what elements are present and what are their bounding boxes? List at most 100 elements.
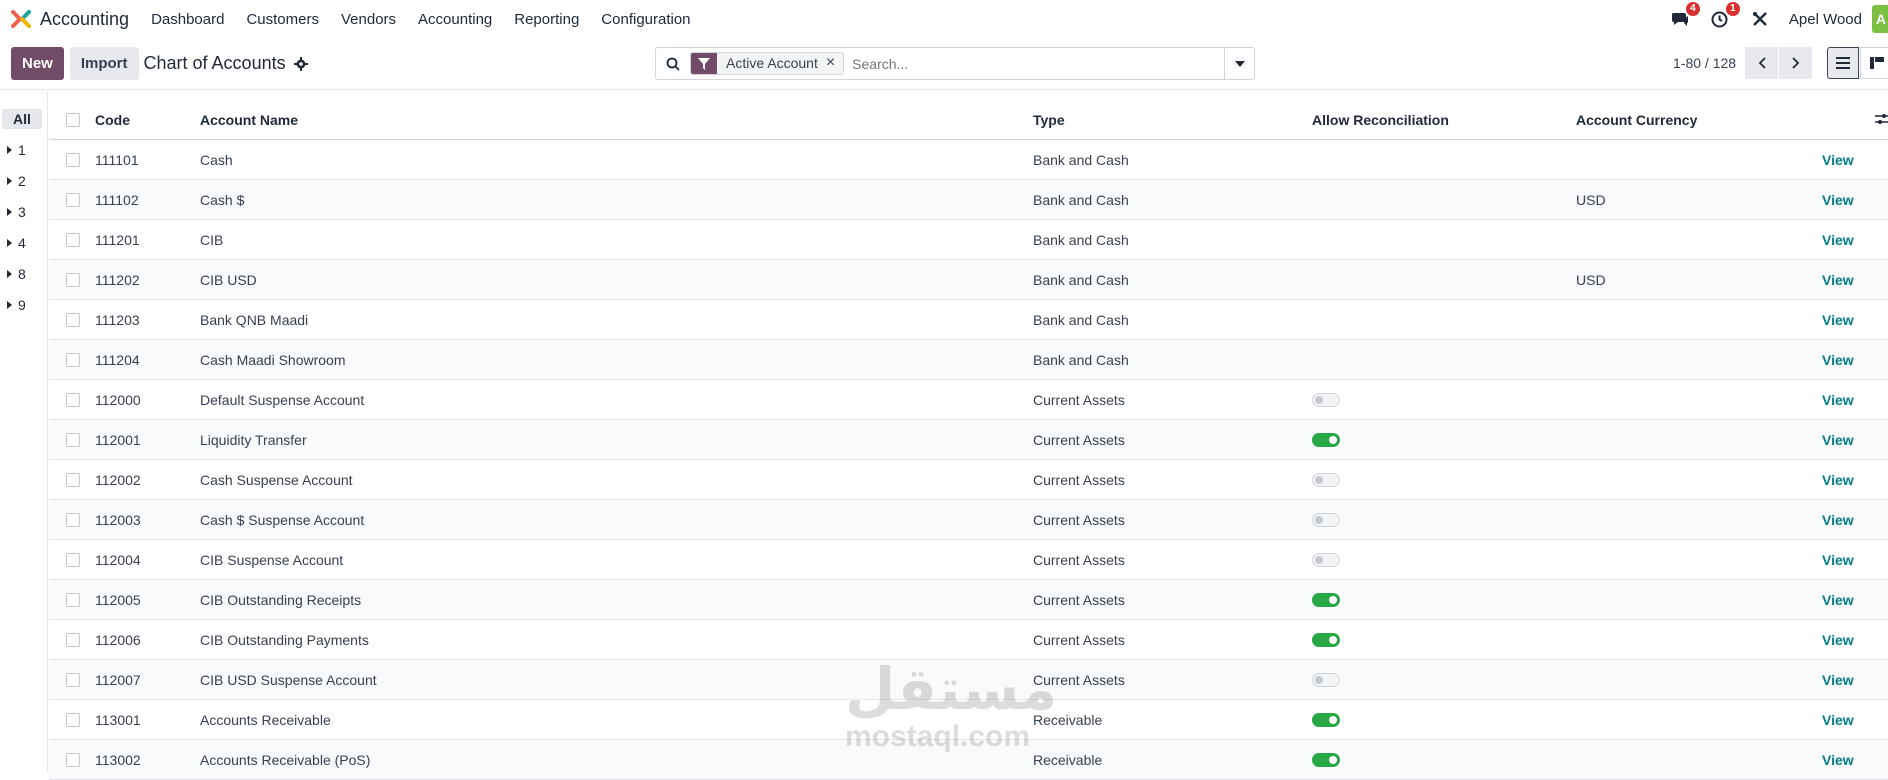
- group-item-3[interactable]: 3: [0, 196, 47, 227]
- view-link[interactable]: View: [1822, 512, 1854, 528]
- cell-account-name[interactable]: CIB Outstanding Receipts: [200, 592, 361, 608]
- cell-account-name[interactable]: Bank QNB Maadi: [200, 312, 308, 328]
- view-link[interactable]: View: [1822, 672, 1854, 688]
- menu-customers[interactable]: Customers: [246, 11, 319, 28]
- cell-account-name[interactable]: Cash Suspense Account: [200, 472, 353, 488]
- cell-type[interactable]: Current Assets: [1033, 472, 1125, 488]
- cell-account-name[interactable]: Cash: [200, 152, 233, 168]
- cell-type[interactable]: Bank and Cash: [1033, 192, 1129, 208]
- row-checkbox[interactable]: [66, 672, 80, 687]
- group-item-4[interactable]: 4: [0, 227, 47, 258]
- debug-tools-icon[interactable]: [1749, 8, 1771, 30]
- table-row[interactable]: 111203 Bank QNB Maadi Bank and Cash View: [49, 300, 1888, 340]
- pager-next-button[interactable]: [1779, 47, 1812, 79]
- chevron-down-icon[interactable]: [1224, 48, 1254, 79]
- accounting-app-icon[interactable]: [10, 8, 32, 30]
- row-checkbox[interactable]: [66, 152, 80, 167]
- reconcile-toggle[interactable]: [1312, 392, 1340, 407]
- activities-clock-icon[interactable]: 1: [1709, 2, 1740, 30]
- table-row[interactable]: 112001 Liquidity Transfer Current Assets Vi…: [49, 420, 1888, 460]
- view-link[interactable]: View: [1822, 632, 1854, 648]
- reconcile-toggle[interactable]: [1312, 512, 1340, 527]
- reconcile-toggle[interactable]: [1312, 552, 1340, 567]
- cell-code[interactable]: 113001: [95, 712, 141, 728]
- view-link[interactable]: View: [1822, 152, 1854, 168]
- table-row[interactable]: 111101 Cash Bank and Cash View: [49, 140, 1888, 180]
- cell-type[interactable]: Current Assets: [1033, 552, 1125, 568]
- view-link[interactable]: View: [1822, 312, 1854, 328]
- row-checkbox[interactable]: [66, 432, 80, 447]
- cell-type[interactable]: Bank and Cash: [1033, 312, 1129, 328]
- cell-code[interactable]: 112005: [95, 592, 141, 608]
- row-checkbox[interactable]: [66, 752, 80, 767]
- row-checkbox[interactable]: [66, 312, 80, 327]
- table-row[interactable]: 111201 CIB Bank and Cash View: [49, 220, 1888, 260]
- cell-account-name[interactable]: Cash $: [200, 192, 244, 208]
- header-allow-reconciliation[interactable]: Allow Reconciliation: [1312, 112, 1449, 128]
- cell-account-name[interactable]: Default Suspense Account: [200, 392, 364, 408]
- row-checkbox[interactable]: [66, 232, 80, 247]
- reconcile-toggle[interactable]: [1312, 672, 1340, 687]
- row-checkbox[interactable]: [66, 392, 80, 407]
- cell-currency[interactable]: USD: [1576, 192, 1606, 208]
- table-row[interactable]: 111102 Cash $ Bank and Cash USD View: [49, 180, 1888, 220]
- header-account-name[interactable]: Account Name: [200, 112, 298, 128]
- table-row[interactable]: 111202 CIB USD Bank and Cash USD View: [49, 260, 1888, 300]
- cell-code[interactable]: 112004: [95, 552, 141, 568]
- table-row[interactable]: 112004 CIB Suspense Account Current Assets…: [49, 540, 1888, 580]
- optional-columns-icon[interactable]: [1875, 112, 1888, 128]
- import-button[interactable]: Import: [69, 47, 139, 80]
- cell-type[interactable]: Current Assets: [1033, 512, 1125, 528]
- cell-code[interactable]: 111204: [95, 352, 140, 368]
- cell-account-name[interactable]: CIB Suspense Account: [200, 552, 343, 568]
- cell-account-name[interactable]: Cash Maadi Showroom: [200, 352, 346, 368]
- menu-configuration[interactable]: Configuration: [601, 11, 690, 28]
- header-type[interactable]: Type: [1033, 112, 1065, 128]
- cell-account-name[interactable]: Liquidity Transfer: [200, 432, 307, 448]
- cell-account-name[interactable]: CIB Outstanding Payments: [200, 632, 369, 648]
- group-item-8[interactable]: 8: [0, 258, 47, 289]
- row-checkbox[interactable]: [66, 192, 80, 207]
- menu-vendors[interactable]: Vendors: [341, 11, 396, 28]
- cell-account-name[interactable]: CIB USD: [200, 272, 257, 288]
- menu-dashboard[interactable]: Dashboard: [151, 11, 224, 28]
- group-item-2[interactable]: 2: [0, 165, 47, 196]
- cell-type[interactable]: Bank and Cash: [1033, 272, 1129, 288]
- view-link[interactable]: View: [1822, 472, 1854, 488]
- row-checkbox[interactable]: [66, 592, 80, 607]
- select-all-checkbox[interactable]: [66, 113, 80, 127]
- kanban-view-button[interactable]: [1860, 47, 1888, 79]
- cell-code[interactable]: 112006: [95, 632, 141, 648]
- menu-accounting[interactable]: Accounting: [418, 11, 492, 28]
- reconcile-toggle[interactable]: [1312, 632, 1340, 647]
- list-view-button[interactable]: [1827, 47, 1859, 79]
- row-checkbox[interactable]: [66, 352, 80, 367]
- app-name[interactable]: Accounting: [40, 9, 129, 30]
- table-row[interactable]: 112002 Cash Suspense Account Current Asset…: [49, 460, 1888, 500]
- view-link[interactable]: View: [1822, 232, 1854, 248]
- cell-type[interactable]: Current Assets: [1033, 632, 1125, 648]
- cell-account-name[interactable]: Accounts Receivable: [200, 712, 331, 728]
- cell-account-name[interactable]: Cash $ Suspense Account: [200, 512, 364, 528]
- pager-previous-button[interactable]: [1745, 47, 1778, 79]
- cell-code[interactable]: 111101: [95, 152, 139, 168]
- table-row[interactable]: 112006 CIB Outstanding Payments Current As…: [49, 620, 1888, 660]
- reconcile-toggle[interactable]: [1312, 592, 1340, 607]
- view-link[interactable]: View: [1822, 552, 1854, 568]
- group-all[interactable]: All: [2, 109, 42, 129]
- view-link[interactable]: View: [1822, 712, 1854, 728]
- new-button[interactable]: New: [11, 47, 64, 80]
- cell-account-name[interactable]: CIB USD Suspense Account: [200, 672, 377, 688]
- cell-type[interactable]: Current Assets: [1033, 392, 1125, 408]
- search-icon[interactable]: [656, 57, 690, 71]
- view-link[interactable]: View: [1822, 192, 1854, 208]
- table-row[interactable]: 112000 Default Suspense Account Current As…: [49, 380, 1888, 420]
- avatar[interactable]: A: [1872, 5, 1888, 33]
- group-item-9[interactable]: 9: [0, 289, 47, 320]
- cell-code[interactable]: 112003: [95, 512, 141, 528]
- pager-value[interactable]: 1-80 / 128: [1673, 55, 1736, 71]
- row-checkbox[interactable]: [66, 712, 80, 727]
- reconcile-toggle[interactable]: [1312, 712, 1340, 727]
- cell-type[interactable]: Bank and Cash: [1033, 232, 1129, 248]
- gear-icon[interactable]: [293, 56, 308, 71]
